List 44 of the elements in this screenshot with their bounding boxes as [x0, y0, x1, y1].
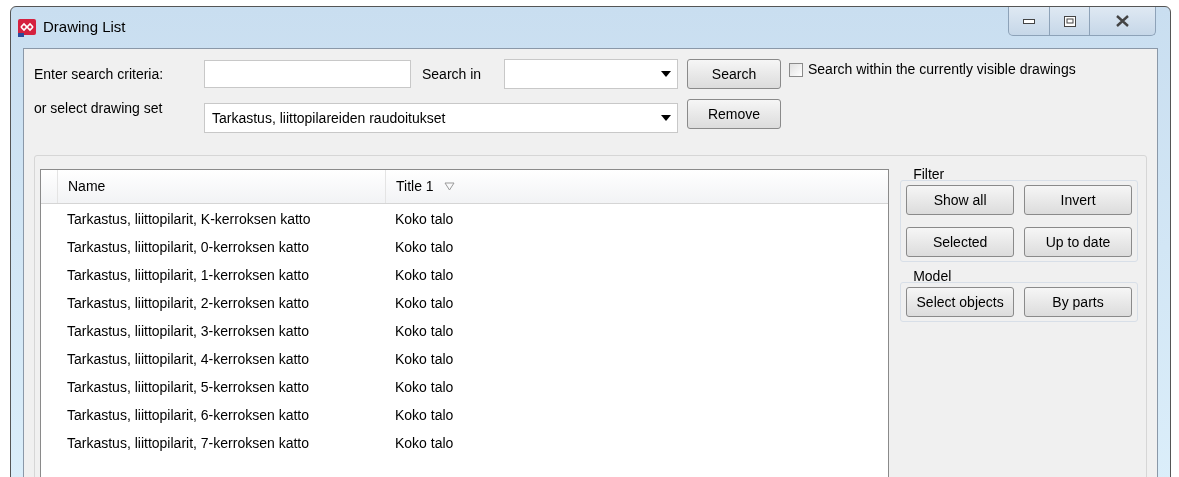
caret-icon	[661, 115, 671, 121]
table-cell-text: Tarkastus, liittopilarit, K-kerroksen katto	[67, 209, 312, 229]
table-cell-text: Tarkastus, liittopilarit, 7-kerroksen katto	[67, 433, 310, 453]
table-cell-text: Tarkastus, liittopilarit, 4-kerroksen katto	[67, 349, 310, 369]
toolbar-button[interactable]: Search	[687, 59, 781, 89]
search-label: Enter search criteria:	[34, 64, 165, 84]
table-cell-text: Tarkastus, liittopilarit, 5-kerroksen katto	[67, 377, 310, 397]
table-cell-text: Koko talo	[395, 377, 454, 397]
group-title: Filter	[913, 166, 946, 182]
table-cell-text: Koko talo	[395, 293, 454, 313]
table-cell-text: Koko talo	[395, 237, 454, 257]
table-cell-text: Koko talo	[395, 433, 454, 453]
toolbar-button[interactable]: Up to date	[1024, 227, 1132, 257]
table-cell-text: Koko talo	[395, 209, 454, 229]
table-cell-text: Tarkastus, liittopilarit, 6-kerroksen katto	[67, 405, 310, 425]
checkbox[interactable]	[789, 62, 803, 77]
table-cell-text: Koko talo	[395, 349, 454, 369]
toolbar-button[interactable]: Show all	[906, 185, 1015, 215]
table-cell-text: Koko talo	[395, 321, 454, 341]
group-title: Model	[913, 268, 953, 284]
table-cell-text: Tarkastus, liittopilarit, 1-kerroksen katto	[67, 265, 310, 285]
toolbar-button[interactable]: Invert	[1024, 185, 1132, 215]
column-header[interactable]: Title 1	[385, 170, 889, 203]
checkbox-label: Search within the currently visible drawings	[808, 60, 1076, 79]
minimize-icon	[1023, 18, 1035, 24]
app-logo-icon	[17, 17, 37, 38]
table-cell-text: Tarkastus, liittopilarit, 3-kerroksen katto	[67, 321, 310, 341]
column-header[interactable]: Name	[57, 170, 385, 203]
toolbar-button[interactable]: Remove	[687, 99, 781, 129]
drawing-set-dropdown[interactable]: Tarkastus, liittopilareiden raudoitukset	[204, 103, 678, 133]
drawing-set-label: or select drawing set	[34, 99, 164, 118]
toolbar-button[interactable]: Select objects	[906, 287, 1015, 317]
toolbar-button[interactable]: By parts	[1024, 287, 1132, 317]
search-in-label: Search in	[422, 64, 483, 84]
search-field[interactable]	[204, 60, 411, 88]
table-cell-text: Tarkastus, liittopilarit, 0-kerroksen katto	[67, 237, 310, 257]
table-cell-text: Koko talo	[395, 265, 454, 285]
table-cell-text: Koko talo	[395, 405, 454, 425]
caret-icon	[661, 71, 671, 77]
table-cell-text: Tarkastus, liittopilarit, 2-kerroksen katto	[67, 293, 310, 313]
toolbar-button[interactable]: Selected	[906, 227, 1015, 257]
close-icon	[1116, 15, 1129, 27]
window-title: Drawing List	[43, 17, 126, 38]
restore-icon	[1063, 15, 1076, 27]
